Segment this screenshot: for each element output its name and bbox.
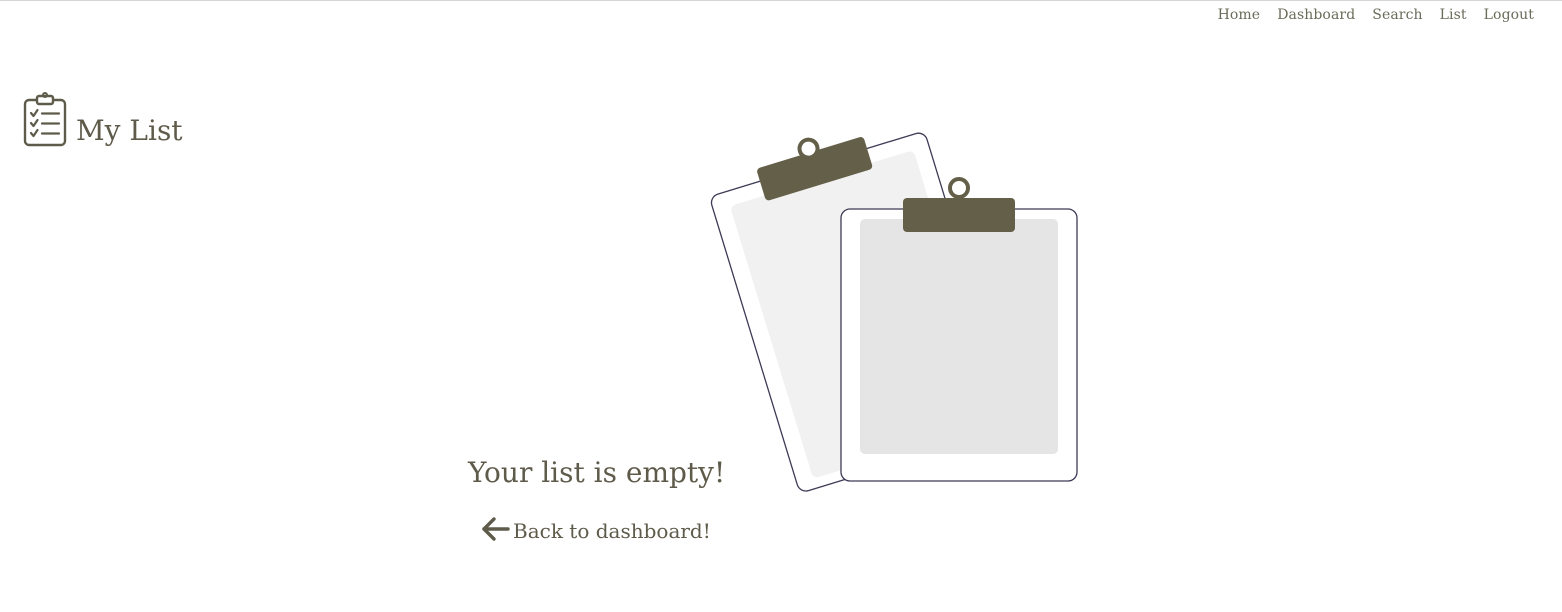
front-clipboard [840,177,1078,482]
empty-clipboards-illustration [710,132,1078,492]
nav-dashboard-link[interactable]: Dashboard [1277,7,1355,23]
nav-search-link[interactable]: Search [1372,7,1422,23]
nav-logout-link[interactable]: Logout [1484,7,1534,23]
empty-list-message: Your list is empty! [468,456,726,489]
nav-home-link[interactable]: Home [1218,7,1261,23]
back-to-dashboard-label: Back to dashboard! [513,519,711,543]
page: Home Dashboard Search List Logout My Lis… [0,0,1562,612]
page-header: My List [22,91,183,147]
clipboard-list-icon [23,92,67,147]
nav-list-link[interactable]: List [1440,7,1467,23]
arrow-left-icon [482,517,510,541]
page-title: My List [76,114,183,147]
back-to-dashboard-link[interactable]: Back to dashboard! [480,516,711,542]
top-nav: Home Dashboard Search List Logout [1218,7,1534,23]
